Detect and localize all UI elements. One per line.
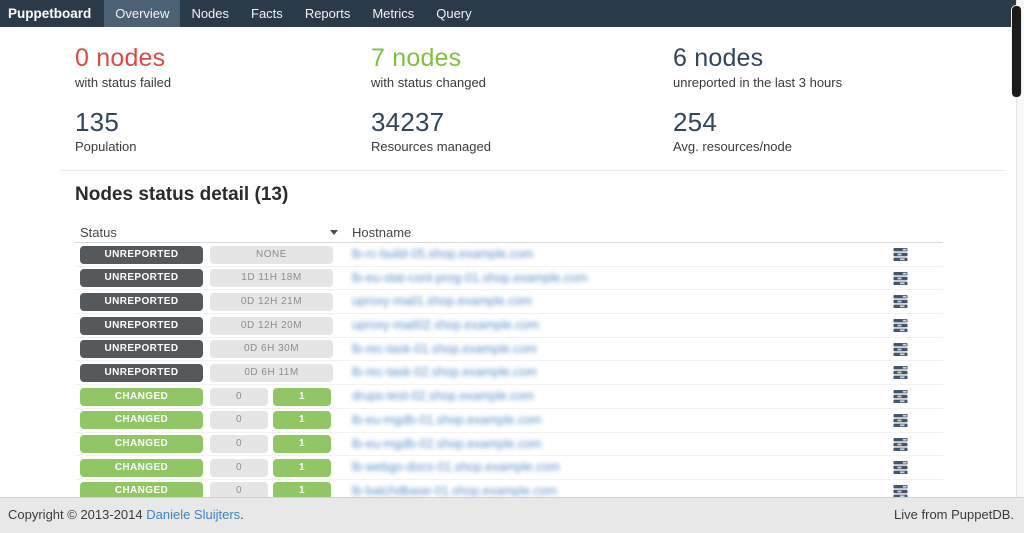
tasks-icon[interactable] — [893, 437, 908, 452]
status-badge: UNREPORTED — [80, 269, 203, 287]
hostname-link[interactable]: lb-eu-mgdb-02.shop.example.com — [352, 433, 542, 456]
stat-population-label: Population — [75, 139, 136, 154]
tasks-icon[interactable] — [893, 271, 908, 286]
stat-unreported-value: 6 nodes — [673, 43, 842, 73]
stat-changed-nodes: 7 nodes with status changed — [371, 43, 486, 90]
failed-count-badge: 0 — [210, 411, 268, 429]
footer: Copyright © 2013-2014 Daniele Sluijters.… — [0, 497, 1024, 533]
status-badge: CHANGED — [80, 459, 203, 477]
stat-unreported-label: unreported in the last 3 hours — [673, 75, 842, 90]
table-header: Status Hostname — [75, 224, 943, 243]
status-badge: CHANGED — [80, 388, 203, 406]
table-row: CHANGED 01 lb-eu-mgdb-01.shop.example.com — [75, 409, 943, 433]
tasks-icon[interactable] — [893, 294, 908, 309]
nav-item-overview[interactable]: Overview — [104, 0, 180, 27]
stat-avg-value: 254 — [673, 107, 792, 137]
caret-down-icon[interactable] — [330, 230, 338, 235]
stat-resources-managed: 34237 Resources managed — [371, 107, 491, 154]
copyright-prefix: Copyright © 2013-2014 — [8, 507, 146, 522]
copyright-suffix: . — [240, 507, 244, 522]
table-row: UNREPORTED 0D 6H 11M lb-rec-task-02.shop.e… — [75, 361, 943, 385]
hostname-link[interactable]: lb-rec-task-01.shop.example.com — [352, 338, 537, 361]
table-rows: UNREPORTED NONE lb-rc-build-05.shop.exampl… — [75, 243, 943, 504]
nav-item-metrics[interactable]: Metrics — [361, 0, 425, 27]
hostname-link[interactable]: lb-eu-mgdb-01.shop.example.com — [352, 409, 542, 432]
table-row: CHANGED 01 drups-test-02.shop.example.com — [75, 385, 943, 409]
navbar-items: OverviewNodesFactsReportsMetricsQuery — [104, 0, 482, 27]
table-row: UNREPORTED NONE lb-rc-build-05.shop.exampl… — [75, 243, 943, 267]
copyright-text: Copyright © 2013-2014 Daniele Sluijters. — [8, 507, 244, 522]
table-row: UNREPORTED 1D 11H 18M lb-eu-stat-cont-prog… — [75, 267, 943, 291]
table-row: UNREPORTED 0D 12H 21M uproxy-mail1.shop.ex… — [75, 290, 943, 314]
status-column-header[interactable]: Status — [80, 225, 117, 240]
nav-item-query[interactable]: Query — [425, 0, 482, 27]
nav-item-nodes[interactable]: Nodes — [180, 0, 240, 27]
tasks-icon[interactable] — [893, 318, 908, 333]
author-link[interactable]: Daniele Sluijters — [146, 507, 240, 522]
nav-item-facts[interactable]: Facts — [240, 0, 294, 27]
tasks-icon[interactable] — [893, 460, 908, 475]
status-badge: UNREPORTED — [80, 340, 203, 358]
stat-avg-resources: 254 Avg. resources/node — [673, 107, 792, 154]
failed-count-badge: 0 — [210, 459, 268, 477]
status-badge: UNREPORTED — [80, 246, 203, 264]
top-navbar: Puppetboard OverviewNodesFactsReportsMet… — [0, 0, 1024, 27]
last-report-badge: NONE — [210, 246, 333, 264]
status-badge: UNREPORTED — [80, 317, 203, 335]
changed-count-badge: 1 — [273, 459, 331, 477]
hostname-column-header: Hostname — [352, 225, 411, 240]
hostname-link[interactable]: uproxy-mail1.shop.example.com — [352, 290, 532, 313]
tasks-icon[interactable] — [893, 247, 908, 262]
last-report-badge: 0D 12H 20M — [210, 317, 333, 335]
stat-resources-value: 34237 — [371, 107, 491, 137]
stat-avg-label: Avg. resources/node — [673, 139, 792, 154]
stat-population: 135 Population — [75, 107, 136, 154]
tasks-icon[interactable] — [893, 342, 908, 357]
table-row: CHANGED 01 lb-eu-mgdb-02.shop.example.com — [75, 433, 943, 457]
failed-count-badge: 0 — [210, 435, 268, 453]
live-from-puppetdb-text: Live from PuppetDB. — [894, 507, 1014, 522]
table-row: CHANGED 01 lb-webgo-docs-01.shop.example.c… — [75, 456, 943, 480]
last-report-badge: 0D 6H 30M — [210, 340, 333, 358]
hostname-link[interactable]: lb-rc-build-05.shop.example.com — [352, 243, 533, 266]
stat-changed-label: with status changed — [371, 75, 486, 90]
hostname-link[interactable]: lb-webgo-docs-01.shop.example.com — [352, 456, 560, 479]
last-report-badge: 1D 11H 18M — [210, 269, 333, 287]
stat-population-value: 135 — [75, 107, 136, 137]
hostname-link[interactable]: uproxy-mail02.shop.example.com — [352, 314, 539, 337]
status-badge: CHANGED — [80, 411, 203, 429]
last-report-badge: 0D 6H 11M — [210, 364, 333, 382]
hostname-link[interactable]: lb-eu-stat-cont-prog-01.shop.example.com — [352, 267, 588, 290]
table-row: UNREPORTED 0D 12H 20M uproxy-mail02.shop.e… — [75, 314, 943, 338]
status-badge: CHANGED — [80, 435, 203, 453]
stats-panel: 0 nodes with status failed 7 nodes with … — [75, 27, 1005, 167]
hostname-link[interactable]: drups-test-02.shop.example.com — [352, 385, 534, 408]
stat-failed-label: with status failed — [75, 75, 171, 90]
hostname-link[interactable]: lb-rec-task-02.shop.example.com — [352, 361, 537, 384]
status-badge: UNREPORTED — [80, 293, 203, 311]
tasks-icon[interactable] — [893, 365, 908, 380]
status-badge: UNREPORTED — [80, 364, 203, 382]
changed-count-badge: 1 — [273, 388, 331, 406]
failed-count-badge: 0 — [210, 388, 268, 406]
brand-link[interactable]: Puppetboard — [0, 0, 104, 27]
scrollbar-thumb[interactable] — [1011, 5, 1022, 98]
table-row: UNREPORTED 0D 6H 30M lb-rec-task-01.shop.e… — [75, 338, 943, 362]
tasks-icon[interactable] — [893, 389, 908, 404]
tasks-icon[interactable] — [893, 413, 908, 428]
nav-item-reports[interactable]: Reports — [294, 0, 362, 27]
stat-failed-nodes: 0 nodes with status failed — [75, 43, 171, 90]
nodes-status-table: Status Hostname UNREPORTED NONE lb-rc-buil… — [75, 224, 943, 504]
stat-resources-label: Resources managed — [371, 139, 491, 154]
stat-unreported-nodes: 6 nodes unreported in the last 3 hours — [673, 43, 842, 90]
last-report-badge: 0D 12H 21M — [210, 293, 333, 311]
stat-failed-value: 0 nodes — [75, 43, 171, 73]
stat-changed-value: 7 nodes — [371, 43, 486, 73]
changed-count-badge: 1 — [273, 411, 331, 429]
changed-count-badge: 1 — [273, 435, 331, 453]
page-title: Nodes status detail (13) — [75, 184, 288, 206]
section-divider — [60, 170, 1006, 171]
